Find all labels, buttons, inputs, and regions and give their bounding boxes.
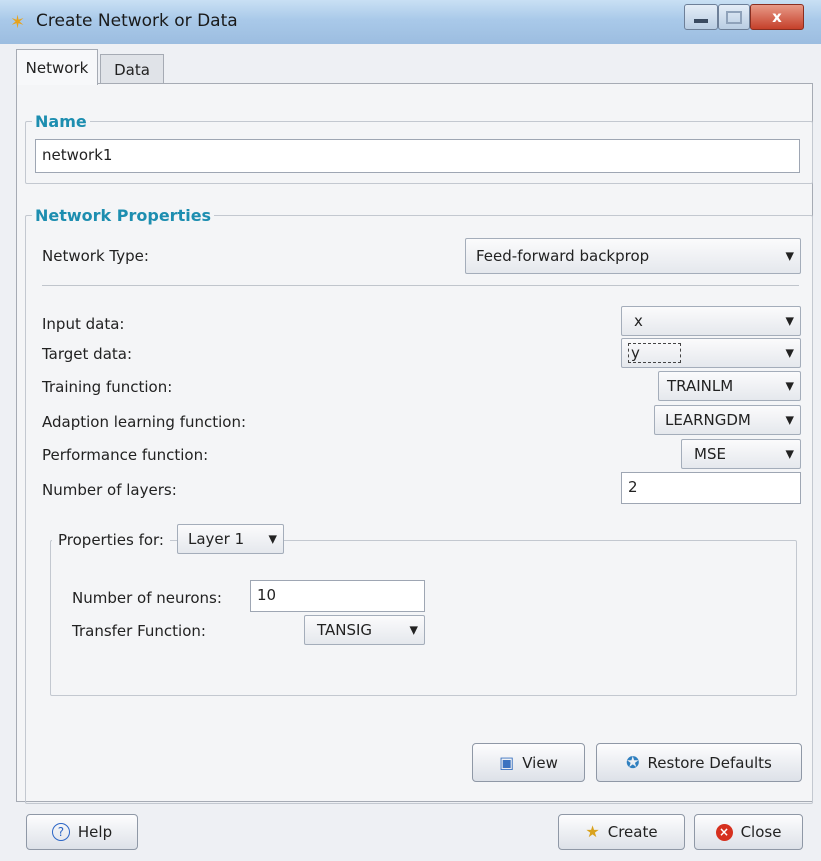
performance-function-select[interactable]: MSE ▼ xyxy=(681,439,801,469)
maximize-icon xyxy=(726,10,742,24)
minimize-button[interactable] xyxy=(684,4,718,30)
neurons-label: Number of neurons: xyxy=(72,589,222,607)
performance-function-value: MSE xyxy=(694,445,726,463)
training-function-label: Training function: xyxy=(42,378,173,396)
target-data-value: y xyxy=(628,343,681,363)
window-title: Create Network or Data xyxy=(36,11,238,31)
target-data-label: Target data: xyxy=(42,345,133,363)
help-button[interactable]: ? Help xyxy=(26,814,138,850)
create-star-icon: ★ xyxy=(585,822,600,841)
divider xyxy=(42,285,799,286)
properties-for-label: Properties for: xyxy=(58,531,164,549)
maximize-button[interactable] xyxy=(718,4,750,30)
name-legend: Name xyxy=(35,112,87,131)
performance-function-label: Performance function: xyxy=(42,446,209,464)
chevron-down-icon: ▼ xyxy=(785,249,794,263)
close-button[interactable]: × Close xyxy=(694,814,803,850)
network-name-input[interactable]: network1 xyxy=(35,139,800,173)
transfer-function-select[interactable]: TANSIG ▼ xyxy=(304,615,425,645)
input-data-value: x xyxy=(634,312,643,330)
close-circle-icon: × xyxy=(715,823,733,841)
help-button-label: Help xyxy=(77,823,113,841)
transfer-function-value: TANSIG xyxy=(317,621,373,639)
layer-legend: Properties for: xyxy=(52,522,170,554)
input-data-label: Input data: xyxy=(42,315,125,333)
view-button[interactable]: ▣ View xyxy=(472,743,585,782)
input-data-select[interactable]: x ▼ xyxy=(621,306,801,336)
network-type-value: Feed-forward backprop xyxy=(476,247,650,265)
create-button-label: Create xyxy=(607,823,658,841)
network-type-select[interactable]: Feed-forward backprop ▼ xyxy=(465,238,801,274)
num-layers-label: Number of layers: xyxy=(42,481,177,499)
title-bar[interactable]: ✶ Create Network or Data x xyxy=(0,0,821,44)
training-function-select[interactable]: TRAINLM ▼ xyxy=(658,371,801,401)
chevron-down-icon: ▼ xyxy=(268,532,277,546)
help-icon: ? xyxy=(51,823,70,841)
app-star-icon: ✶ xyxy=(10,12,26,33)
tab-network[interactable]: Network xyxy=(16,49,98,85)
target-data-select[interactable]: y ▼ xyxy=(621,338,801,368)
layer-select[interactable]: Layer 1 ▼ xyxy=(177,524,284,554)
transfer-function-label: Transfer Function: xyxy=(72,622,206,640)
neurons-input[interactable]: 10 xyxy=(250,580,425,612)
num-layers-input[interactable]: 2 xyxy=(621,472,801,504)
create-network-dialog: ✶ Create Network or Data x Network Data … xyxy=(0,0,821,861)
chevron-down-icon: ▼ xyxy=(409,623,418,637)
minimize-icon xyxy=(694,19,708,23)
window-icon: ▣ xyxy=(499,752,515,772)
network-properties-legend: Network Properties xyxy=(35,206,212,225)
adaption-function-select[interactable]: LEARNGDM ▼ xyxy=(654,405,801,435)
restore-defaults-button[interactable]: ✪ Restore Defaults xyxy=(596,743,802,782)
close-icon: x xyxy=(772,8,782,26)
chevron-down-icon: ▼ xyxy=(785,379,794,393)
training-function-value: TRAINLM xyxy=(667,377,734,395)
network-type-label: Network Type: xyxy=(42,247,149,265)
network-properties-group: Network Properties xyxy=(25,206,813,804)
chevron-down-icon: ▼ xyxy=(785,314,794,328)
restore-star-icon: ✪ xyxy=(626,752,640,772)
view-button-label: View xyxy=(522,753,558,772)
chevron-down-icon: ▼ xyxy=(785,413,794,427)
chevron-down-icon: ▼ xyxy=(785,346,794,360)
layer-select-value: Layer 1 xyxy=(188,530,245,548)
chevron-down-icon: ▼ xyxy=(785,447,794,461)
restore-defaults-label: Restore Defaults xyxy=(647,753,772,772)
adaption-function-value: LEARNGDM xyxy=(665,411,751,429)
window-close-button[interactable]: x xyxy=(750,4,804,30)
create-button[interactable]: ★ Create xyxy=(558,814,685,850)
close-button-label: Close xyxy=(740,823,782,841)
tab-data[interactable]: Data xyxy=(100,54,164,84)
adaption-function-label: Adaption learning function: xyxy=(42,413,247,431)
